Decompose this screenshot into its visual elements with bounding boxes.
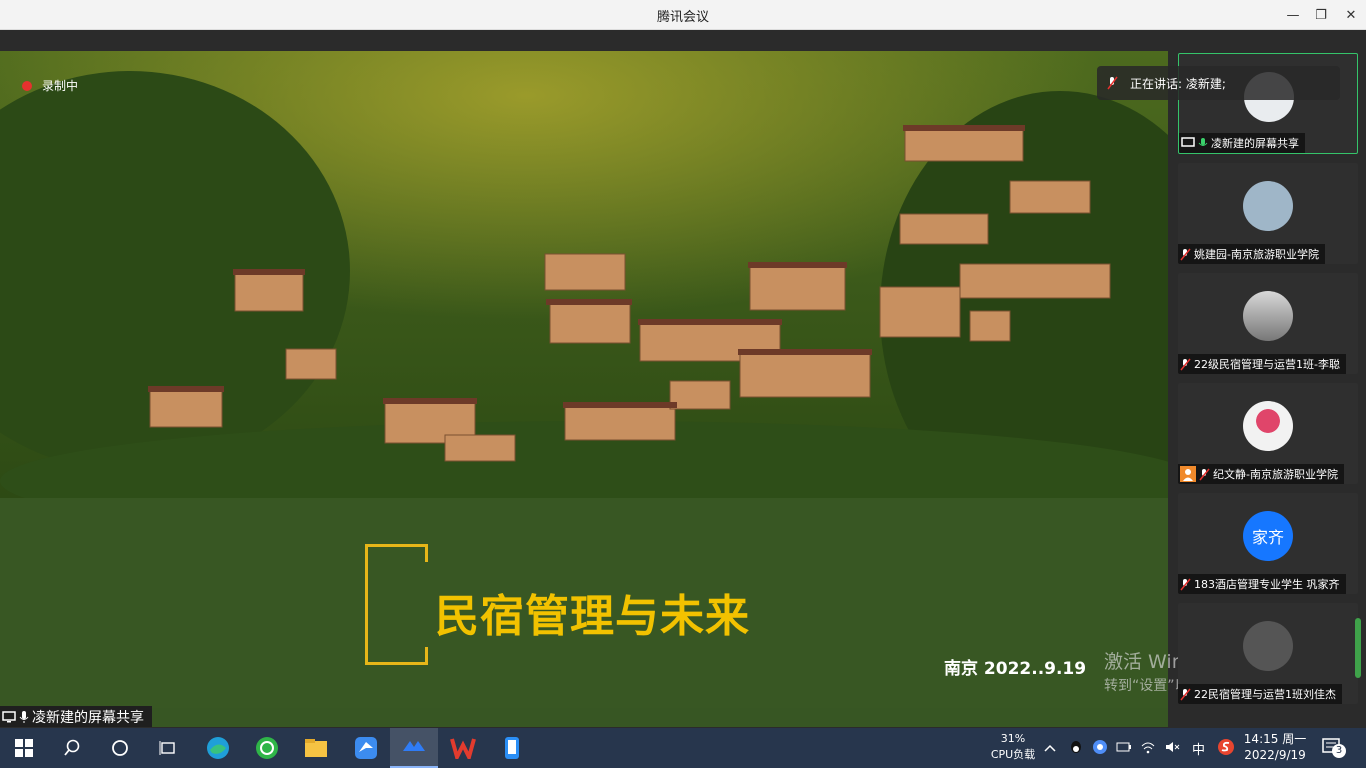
mic-muted-icon xyxy=(1180,578,1191,590)
participant-label: 22民宿管理与运营1班刘佳杰 xyxy=(1178,684,1342,704)
bracket-decoration xyxy=(365,544,428,665)
slide-title: 民宿管理与未来 xyxy=(435,591,750,642)
slide-photo xyxy=(0,51,1168,498)
participant-name: 纪文静-南京旅游职业学院 xyxy=(1213,468,1338,481)
mic-muted-icon xyxy=(1180,248,1191,260)
participant-tile[interactable]: 22级民宿管理与运营1班-李聪 xyxy=(1178,273,1358,374)
participant-name: 22民宿管理与运营1班刘佳杰 xyxy=(1194,688,1336,701)
clock[interactable]: 14:15 周一 2022/9/19 xyxy=(1240,731,1310,763)
participant-label: 姚建园-南京旅游职业学院 xyxy=(1178,244,1325,264)
participant-scrollbar[interactable] xyxy=(1355,618,1361,678)
recording-label: 录制中 xyxy=(42,79,79,93)
participant-tile[interactable]: 家齐 183酒店管理专业学生 巩家齐 xyxy=(1178,493,1358,594)
task-view-icon[interactable] xyxy=(144,728,192,768)
taskbar: 31% CPU负载 中 14:15 周一 2022/9/19 3 xyxy=(0,728,1366,768)
mic-muted-icon xyxy=(1107,76,1118,90)
minimize-button[interactable]: — xyxy=(1278,0,1308,30)
chevron-up-icon[interactable] xyxy=(1042,741,1058,755)
windows-start-icon[interactable] xyxy=(0,728,48,768)
recording-dot-icon xyxy=(22,80,32,91)
file-explorer-icon[interactable] xyxy=(292,728,340,768)
baidu-netdisk-icon[interactable] xyxy=(1092,739,1108,758)
slide-subtitle: 南京 2022..9.19 xyxy=(944,659,1087,679)
participant-label: 22级民宿管理与运营1班-李聪 xyxy=(1178,354,1346,374)
maximize-button[interactable]: ❐ xyxy=(1306,0,1336,30)
participant-tile[interactable]: 22民宿管理与运营1班刘佳杰 xyxy=(1178,603,1358,704)
cpu-load-indicator[interactable]: 31% CPU负载 xyxy=(985,731,1041,763)
clock-time: 14:15 周一 xyxy=(1243,732,1307,746)
tencent-meeting-icon[interactable] xyxy=(390,728,438,768)
mic-on-icon xyxy=(1198,137,1208,146)
avatar xyxy=(1243,181,1293,231)
participant-name: 183酒店管理专业学生 巩家齐 xyxy=(1194,578,1340,591)
avatar xyxy=(1243,401,1293,451)
participant-label: 183酒店管理专业学生 巩家齐 xyxy=(1178,574,1346,594)
phone-mirror-icon[interactable] xyxy=(488,728,536,768)
participant-panel: 凌新建的屏幕共享 姚建园-南京旅游职业学院 22级民宿管理与运营1班-李聪 纪文… xyxy=(1172,51,1366,727)
participant-tile[interactable]: 纪文静-南京旅游职业学院 xyxy=(1178,383,1358,484)
screen-share-icon xyxy=(1181,137,1195,147)
share-owner-label: 凌新建的屏幕共享 xyxy=(0,706,152,727)
meeting-main: 录制中 民宿管理与未来 南京 2022..9.19 凌新建的屏幕共享 激活 Wi… xyxy=(0,30,1366,728)
edge-browser-icon[interactable] xyxy=(194,728,242,768)
sogou-input-icon[interactable] xyxy=(1217,738,1235,759)
participant-name: 姚建园-南京旅游职业学院 xyxy=(1194,248,1319,261)
notification-center-icon[interactable]: 3 xyxy=(1322,738,1346,762)
speaking-indicator: 正在讲话: 凌新建; xyxy=(1097,66,1340,100)
cpu-label: CPU负载 xyxy=(990,748,1036,761)
participant-name: 22级民宿管理与运营1班-李聪 xyxy=(1194,358,1340,371)
title-bar: 腾讯会议 — ❐ ✕ xyxy=(0,0,1366,30)
qq-icon[interactable] xyxy=(1068,739,1084,758)
recording-indicator: 录制中 xyxy=(22,77,78,94)
window-title: 腾讯会议 xyxy=(656,10,709,25)
mic-muted-icon xyxy=(1180,358,1191,370)
battery-icon[interactable] xyxy=(1116,741,1132,756)
volume-muted-icon[interactable] xyxy=(1164,740,1180,757)
slide-title-area: 民宿管理与未来 南京 2022..9.19 xyxy=(0,498,1168,708)
feishu-icon[interactable] xyxy=(342,728,390,768)
mic-muted-icon xyxy=(1199,468,1210,480)
wps-office-icon[interactable] xyxy=(439,728,487,768)
screen-share-icon xyxy=(2,710,16,722)
screen-share-view[interactable]: 录制中 民宿管理与未来 南京 2022..9.19 凌新建的屏幕共享 xyxy=(0,51,1168,727)
participant-label: 凌新建的屏幕共享 xyxy=(1179,133,1305,153)
avatar: 家齐 xyxy=(1243,511,1293,561)
ime-indicator[interactable]: 中 xyxy=(1192,739,1205,758)
user-icon xyxy=(1180,466,1196,482)
participant-name: 凌新建的屏幕共享 xyxy=(1211,137,1299,150)
avatar xyxy=(1243,621,1293,671)
mic-icon xyxy=(19,710,29,723)
speaking-text: 正在讲话: 凌新建; xyxy=(1130,76,1226,91)
participant-label: 纪文静-南京旅游职业学院 xyxy=(1178,464,1344,484)
search-icon[interactable] xyxy=(48,728,96,768)
participant-tile[interactable]: 姚建园-南京旅游职业学院 xyxy=(1178,163,1358,264)
share-owner-text: 凌新建的屏幕共享 xyxy=(32,709,144,726)
cortana-icon[interactable] xyxy=(96,728,144,768)
avatar xyxy=(1243,291,1293,341)
clock-date: 2022/9/19 xyxy=(1244,748,1306,762)
cpu-percent: 31% xyxy=(1000,732,1026,745)
mic-muted-icon xyxy=(1180,688,1191,700)
wifi-icon[interactable] xyxy=(1140,740,1156,757)
notification-count-badge: 3 xyxy=(1332,744,1346,758)
system-tray: 中 xyxy=(1042,728,1235,768)
close-button[interactable]: ✕ xyxy=(1336,0,1366,30)
360-browser-icon[interactable] xyxy=(243,728,291,768)
